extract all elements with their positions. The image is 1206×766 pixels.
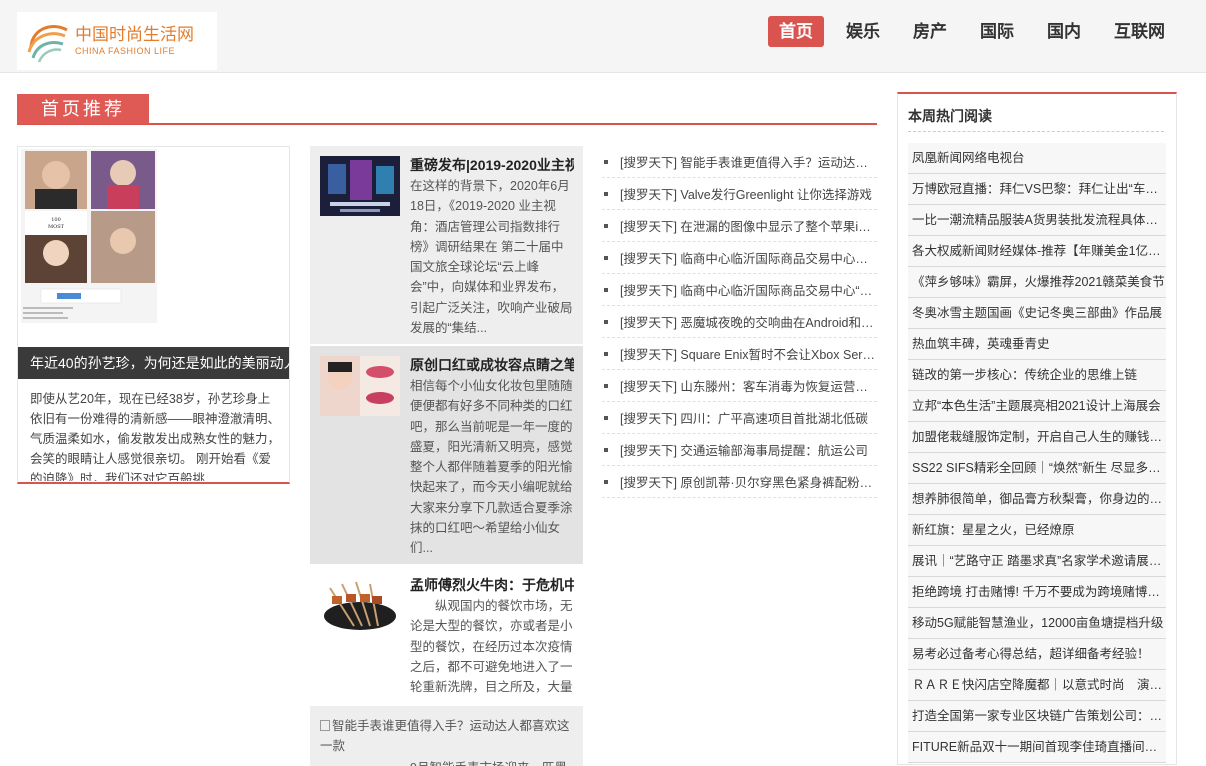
site-header: 中国时尚生活网 CHINA FASHION LIFE 首页 娱乐 房产 国际 国…: [0, 0, 1206, 73]
sidebar-item[interactable]: SS22 SIFS精彩全回顾｜“焕然”新生 尽显多元魅力: [908, 453, 1166, 484]
sidebar-item[interactable]: 热血筑丰碑，英魂垂青史: [908, 329, 1166, 360]
section-header: 首页推荐: [17, 94, 877, 125]
feature-caption[interactable]: 年近40的孙艺珍，为何还是如此的美丽动人: [18, 347, 289, 379]
headline-list: [搜罗天下] 智能手表谁更值得入手？运动达人都喜欢这一款 [搜罗天下] Valv…: [602, 146, 877, 498]
list-item[interactable]: [搜罗天下] Square Enix暂时不会让Xbox Series: [602, 338, 877, 370]
bullet-icon: [604, 415, 608, 420]
mid-article-text: 在这样的背景下，2020年6月18日，《2019-2020 业主视角：酒店管理公…: [410, 179, 573, 336]
sidebar-item[interactable]: 冬奥冰雪主题国画《史记冬奥三部曲》作品展: [908, 298, 1166, 329]
list-item[interactable]: [搜罗天下] 智能手表谁更值得入手？运动达人都喜欢这一款: [602, 146, 877, 178]
bullet-icon: [604, 255, 608, 260]
sidebar-item[interactable]: 凤凰新闻网络电视台: [908, 143, 1166, 174]
sidebar-item[interactable]: 拒绝跨境 打击赌博! 千万不要成为跨境赌博的帮凶: [908, 577, 1166, 608]
list-item[interactable]: [搜罗天下] 交通运输部海事局提醒：航运公司: [602, 434, 877, 466]
svg-text:MOST: MOST: [48, 224, 65, 230]
list-item[interactable]: [搜罗天下] 山东滕州：客车消毒为恢复运营做准备: [602, 370, 877, 402]
list-item[interactable]: [搜罗天下] 在泄漏的图像中显示了整个苹果iPhone: [602, 210, 877, 242]
bullet-icon: [604, 159, 608, 164]
svg-text:100: 100: [51, 217, 61, 223]
site-logo[interactable]: 中国时尚生活网 CHINA FASHION LIFE: [17, 12, 217, 70]
broken-image-alt: 智能手表谁更值得入手？运动达人都喜欢这一款: [320, 719, 570, 753]
logo-text: 中国时尚生活网 CHINA FASHION LIFE: [75, 25, 194, 57]
bullet-icon: [604, 351, 608, 356]
article-thumbnail[interactable]: [320, 576, 400, 636]
sidebar-list: 凤凰新闻网络电视台 万博欧冠直播：拜仁VS巴黎：拜仁让出“车马炮” 一比一潮流精…: [908, 143, 1166, 763]
list-item[interactable]: [搜罗天下] 四川：广平高速项目首批湖北低碳: [602, 402, 877, 434]
bullet-icon: [604, 319, 608, 324]
main-nav: 首页 娱乐 房产 国际 国内 互联网: [757, 16, 1176, 47]
middle-article-list: 重磅发布|2019-2020业主视角 在这样的背景下，2020年6月18日，《2…: [310, 146, 583, 766]
nav-item-entertainment[interactable]: 娱乐: [835, 16, 891, 47]
nav-item-realestate[interactable]: 房产: [902, 16, 958, 47]
broken-image-icon: [320, 720, 330, 731]
nav-item-international[interactable]: 国际: [969, 16, 1025, 47]
sidebar-item[interactable]: ＲＡＲＥ快闪店空降魔都｜以意式时尚 演绎经典: [908, 670, 1166, 701]
sidebar-item[interactable]: 新红旗：星星之火，已经燎原: [908, 515, 1166, 546]
logo-en: CHINA FASHION LIFE: [75, 46, 176, 56]
broken-image-placeholder[interactable]: 智能手表谁更值得入手？运动达人都喜欢这一款: [320, 716, 575, 756]
logo-swirl-icon: [27, 25, 68, 63]
sidebar-item[interactable]: 加盟佬栽缝服饰定制，开启自己人生的赚钱之路: [908, 422, 1166, 453]
bullet-icon: [604, 223, 608, 228]
sidebar-item[interactable]: 各大权威新闻财经媒体-推荐【年赚美金1亿的项目】: [908, 236, 1166, 267]
sidebar-item[interactable]: 一比一潮流精品服装A货男装批发流程具体分析: [908, 205, 1166, 236]
section-title: 首页推荐: [17, 94, 149, 124]
mid-article-1[interactable]: 重磅发布|2019-2020业主视角 在这样的背景下，2020年6月18日，《2…: [310, 146, 583, 344]
sidebar-item[interactable]: 立邦“本色生活”主题展亮相2021设计上海展会: [908, 391, 1166, 422]
mid-article-title[interactable]: 孟师傅烈火牛肉：于危机中: [410, 576, 574, 594]
list-item[interactable]: [搜罗天下] Valve发行Greenlight 让你选择游戏: [602, 178, 877, 210]
sidebar-item[interactable]: 万博欧冠直播：拜仁VS巴黎：拜仁让出“车马炮”: [908, 174, 1166, 205]
sidebar-title: 本周热门阅读: [908, 108, 992, 124]
list-item[interactable]: [搜罗天下] 临商中心临沂国际商品交易中心开业: [602, 242, 877, 274]
sidebar-item[interactable]: 移动5G赋能智慧渔业，12000亩鱼塘提档升级: [908, 608, 1166, 639]
feature-card[interactable]: 100 MOST 年近40的孙艺珍，为何还是如此的美丽动人 即使从艺20年，现在…: [17, 146, 290, 484]
mid-article-title[interactable]: 原创口红或成妆容点睛之笔: [410, 356, 574, 374]
mid-article-text: 相信每个小仙女化妆包里随随便便都有好多不同种类的口红吧，那么当前呢是一年一度的盛…: [410, 379, 573, 556]
sidebar-item[interactable]: 展讯｜“艺路守正 踏墨求真”名家学术邀请展开幕: [908, 546, 1166, 577]
sidebar-item[interactable]: 《萍乡够味》霸屏，火爆推荐2021赣菜美食节: [908, 267, 1166, 298]
nav-item-internet[interactable]: 互联网: [1103, 16, 1176, 47]
bullet-icon: [604, 479, 608, 484]
mid-article-4[interactable]: 智能手表谁更值得入手？运动达人都喜欢这一款 9月智能手表市场迎来一匹黑: [310, 706, 583, 766]
sidebar-item[interactable]: FITURE新品双十一期间首现李佳琦直播间，引爆全网: [908, 732, 1166, 763]
sidebar-item[interactable]: 链改的第一步核心：传统企业的思维上链: [908, 360, 1166, 391]
sidebar-item[interactable]: 易考必过备考心得总结，超详细备考经验！: [908, 639, 1166, 670]
logo-cn: 中国时尚生活网: [75, 25, 194, 44]
nav-item-domestic[interactable]: 国内: [1036, 16, 1092, 47]
mid-article-2[interactable]: 原创口红或成妆容点睛之笔 相信每个小仙女化妆包里随随便便都有好多不同种类的口红吧…: [310, 346, 583, 564]
nav-item-home[interactable]: 首页: [768, 16, 824, 47]
article-thumbnail[interactable]: [320, 156, 400, 216]
feature-collage-image[interactable]: 100 MOST: [21, 149, 157, 323]
feature-description: 即使从艺20年，现在已经38岁，孙艺珍身上依旧有一份难得的清新感——眼神澄澈清明…: [30, 392, 281, 481]
list-item[interactable]: [搜罗天下] 原创凯蒂·贝尔穿黑色紧身裤配粉色上衣: [602, 466, 877, 498]
sidebar-divider: [908, 131, 1164, 132]
bullet-icon: [604, 447, 608, 452]
mid-article-text: 纵观国内的餐饮市场，无论是大型的餐饮，亦或者是小型的餐饮，在经历过本次疫情之后，…: [410, 599, 573, 695]
list-item[interactable]: [搜罗天下] 临商中心临沂国际商品交易中心“全球招商”: [602, 274, 877, 306]
mid-article-3[interactable]: 孟师傅烈火牛肉：于危机中 纵观国内的餐饮市场，无论是大型的餐饮，亦或者是小型的餐…: [310, 566, 583, 704]
list-item[interactable]: [搜罗天下] 恶魔城夜晚的交响曲在Android和iOS上: [602, 306, 877, 338]
bullet-icon: [604, 383, 608, 388]
bullet-icon: [604, 191, 608, 196]
hot-reads-sidebar: 本周热门阅读 凤凰新闻网络电视台 万博欧冠直播：拜仁VS巴黎：拜仁让出“车马炮”…: [897, 92, 1177, 765]
sidebar-item[interactable]: 想养肺很简单，御品膏方秋梨膏，你身边的养肺专家: [908, 484, 1166, 515]
sidebar-item[interactable]: 打造全国第一家专业区块链广告策划公司：深链财经: [908, 701, 1166, 732]
mid-article-title[interactable]: 重磅发布|2019-2020业主视角: [410, 156, 574, 174]
bullet-icon: [604, 287, 608, 292]
article-thumbnail[interactable]: [320, 356, 400, 416]
